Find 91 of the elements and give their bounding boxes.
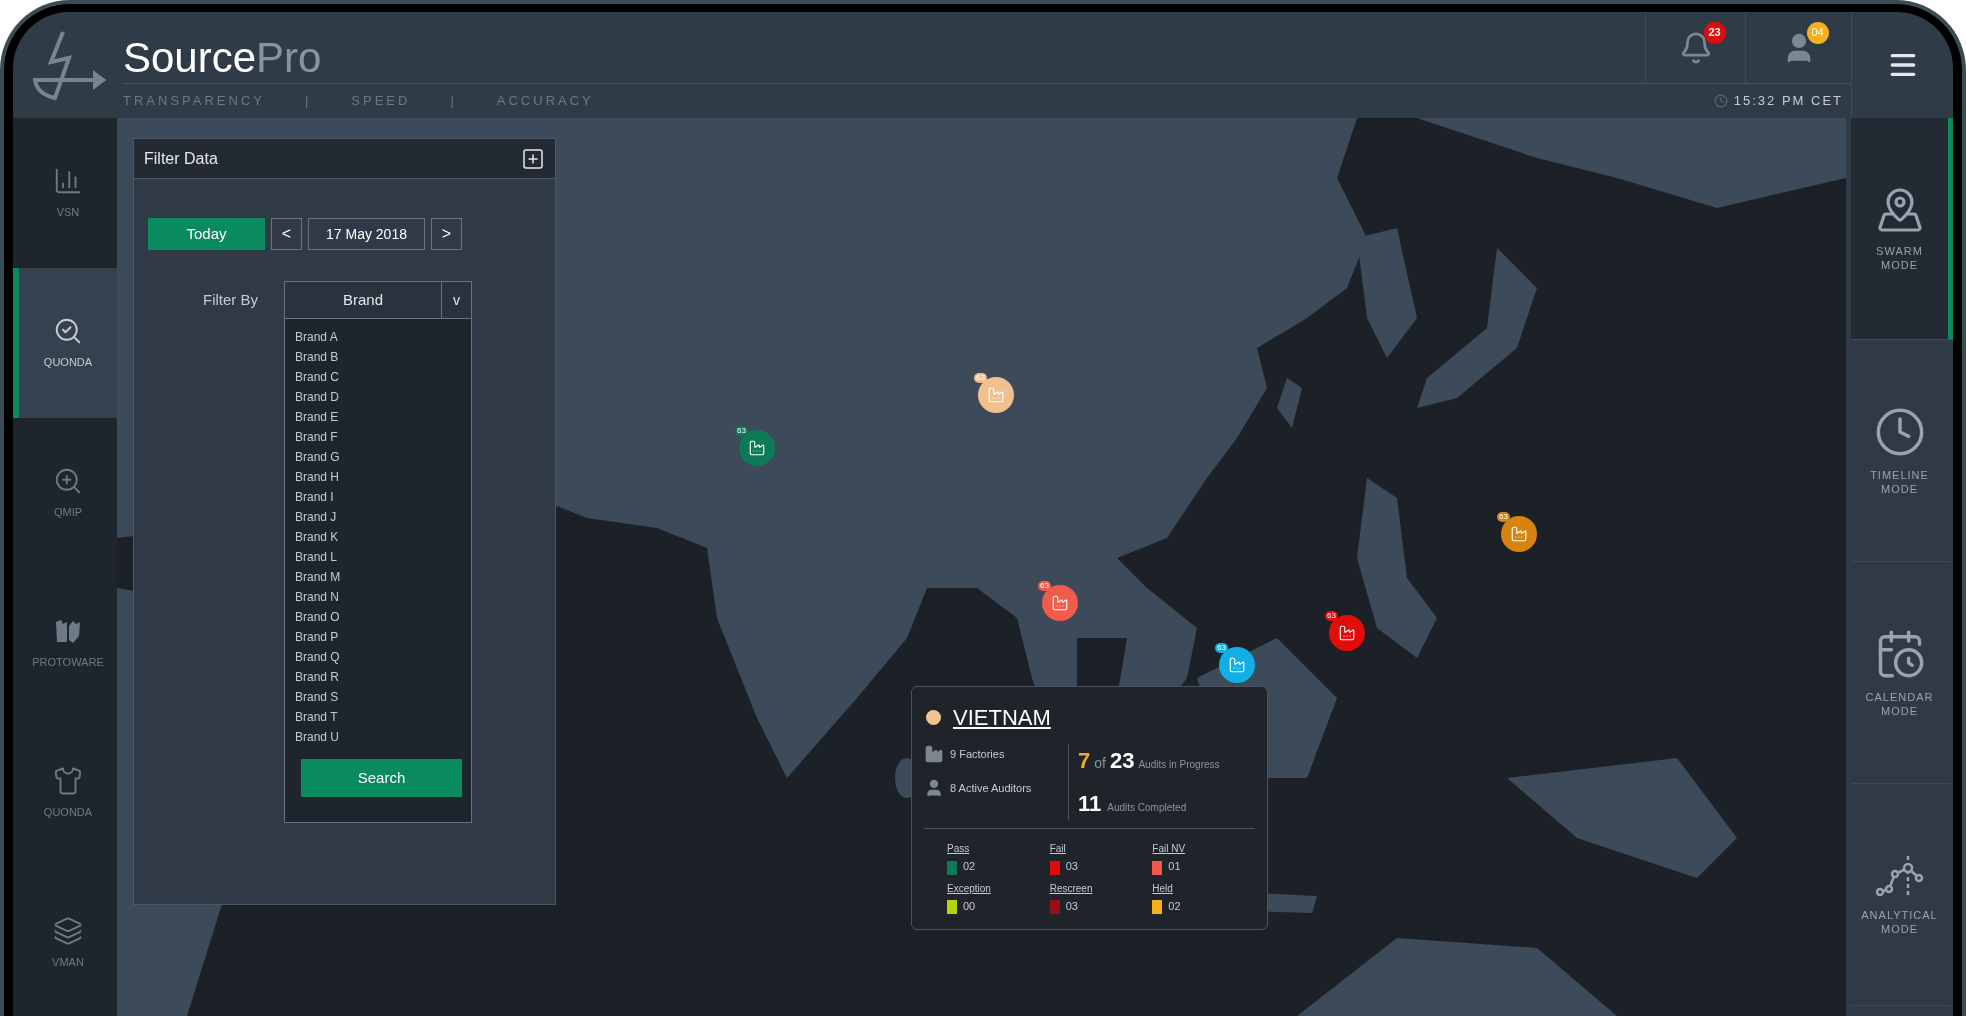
factory-icon [924,744,944,764]
mode-tab[interactable]: CALENDAR MODE [1851,562,1953,784]
today-button[interactable]: Today [148,218,265,250]
search-button[interactable]: Search [301,759,462,797]
factory-icon [987,386,1005,404]
brand-suffix: Pro [256,37,322,79]
current-time: 15:32 PM CET [1733,92,1843,111]
brand-option[interactable]: Brand R [295,667,340,687]
brand-option[interactable]: Brand H [295,467,340,487]
brand-dropdown[interactable]: Brand v [284,281,472,319]
status-value: 03 [1065,898,1078,914]
marker-count: 63 [1497,512,1510,522]
filter-label: Filter By [203,289,258,310]
tagline-separator: | [304,92,312,111]
layers-icon [53,915,83,946]
nav-item[interactable]: VSN [13,118,117,268]
factory-icon [1228,656,1246,674]
brand-name: Source [123,37,257,79]
factory-icon [748,439,766,457]
of-label: of [1094,754,1106,773]
brand-option[interactable]: Brand O [295,607,340,627]
completed-label: Audits Completed [1107,801,1187,815]
mode-tab[interactable]: TIMELINE MODE [1851,340,1953,562]
factories-count: 9 Factories [950,746,1005,762]
status-label[interactable]: Fail [1049,841,1066,856]
brand-option[interactable]: Brand K [295,527,339,547]
nav-item[interactable]: QUONDA [13,718,117,868]
status-value: 00 [963,898,976,914]
brand-option[interactable]: Brand G [295,447,340,467]
brand-option[interactable]: Brand D [295,387,340,407]
brand-option[interactable]: Brand F [295,427,338,447]
brand-option[interactable]: Brand E [295,407,339,427]
status-value: 01 [1168,859,1181,874]
date-field[interactable]: 17 May 2018 [308,218,425,250]
nav-item[interactable]: PROTOWARE [13,568,117,718]
brand-option[interactable]: Brand I [295,487,334,507]
brand-option[interactable]: Brand U [295,727,340,747]
shirt-icon [53,765,83,796]
status-value: 02 [963,859,976,874]
marker-count: 63 [1038,581,1051,591]
status-label[interactable]: Held [1152,880,1173,896]
expand-icon[interactable] [521,146,545,171]
brand-option[interactable]: Brand B [295,347,339,367]
status-label[interactable]: Fail NV [1152,841,1186,856]
line-graph-icon [1874,853,1925,898]
nav-item[interactable]: VMAN [13,868,117,1016]
tagline-separator: | [450,92,457,111]
factory-icon [1051,594,1069,612]
mode-tab[interactable]: SWARM MODE [1851,118,1953,340]
auditors-count: 8 Active Auditors [950,780,1032,796]
brand-option[interactable]: Brand C [295,367,340,387]
map-pin-icon [1875,185,1924,234]
status-value: 02 [1168,898,1181,914]
marker-count: 63 [1325,611,1338,621]
factory-icon [1338,624,1356,642]
brand-option[interactable]: Brand M [295,567,341,587]
total-count: 23 [1109,747,1135,775]
status-label[interactable]: Exception [947,880,991,896]
notifications-button[interactable]: 23 [1665,21,1726,74]
nav-item[interactable]: QMIP [13,418,117,568]
tagline-word: TRANSPARENCY [123,92,265,111]
factory-icon [1510,525,1528,543]
status-value: 03 [1065,859,1078,874]
completed-count: 11 [1078,790,1102,818]
mode-tab[interactable]: ANALYTICAL MODE [1851,784,1953,1006]
brand-option[interactable]: Brand J [295,507,337,527]
notification-badge: 23 [1703,21,1726,44]
in-progress-label: Audits in Progress [1138,758,1220,772]
country-title[interactable]: VIETNAM [953,701,1051,734]
marker-count: 63 [735,426,748,436]
status-label[interactable]: Rescreen [1049,880,1093,896]
person-icon [924,778,944,798]
previous-button[interactable]: < [271,218,302,250]
next-button[interactable]: > [431,218,462,250]
brand-option[interactable]: Brand T [295,707,338,727]
brand-option[interactable]: Brand L [295,547,338,567]
tagline-word: SPEED [351,92,411,111]
nav-item[interactable]: QUONDA [13,268,117,418]
brand-option[interactable]: Brand Q [295,647,340,667]
users-badge: 04 [1806,21,1829,44]
tagline-word: ACCURACY [496,92,594,111]
marker-count: 63 [1215,643,1228,653]
brand-option[interactable]: Brand N [295,587,340,607]
marker-count: 63 [974,373,987,383]
in-progress-count: 7 [1078,747,1091,775]
brand-option[interactable]: Brand S [295,687,339,707]
status-label[interactable]: Pass [947,841,970,856]
clock-icon [1713,94,1728,108]
brand-option[interactable]: Brand A [295,327,338,347]
panel-title: Filter Data [144,148,218,169]
brand-option[interactable]: Brand P [295,627,339,647]
